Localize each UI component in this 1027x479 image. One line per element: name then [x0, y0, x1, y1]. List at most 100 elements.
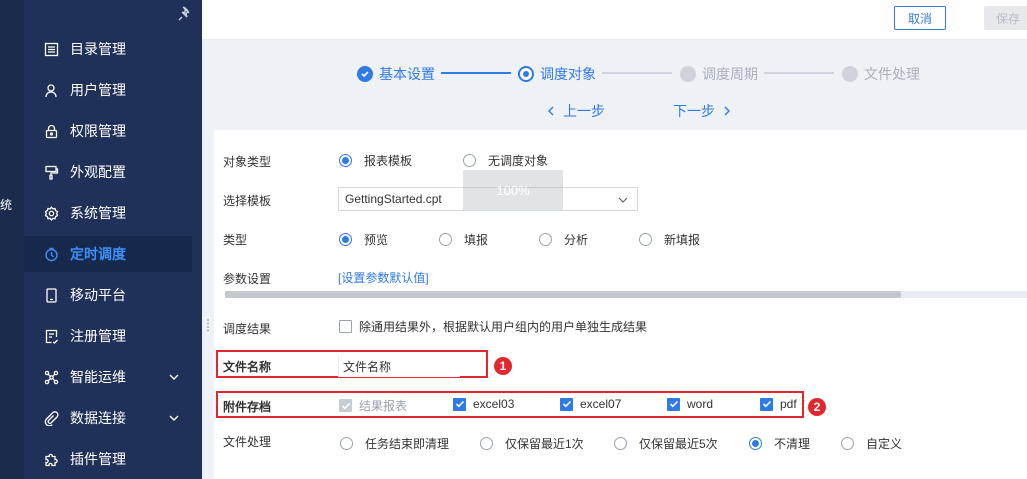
link-icon	[43, 410, 60, 427]
sidebar-item-label: 外观配置	[70, 164, 126, 180]
keep-last-5-radio[interactable]: 仅保留最近5次	[614, 435, 718, 452]
object-type-none-radio[interactable]: 无调度对象	[463, 152, 548, 169]
check-icon	[357, 66, 373, 82]
sidebar-item-system[interactable]: 系统管理	[24, 195, 192, 231]
sidebar-item-label: 目录管理	[70, 41, 126, 57]
type-new-fill-radio[interactable]: 新填报	[639, 231, 700, 248]
params-label: 参数设置	[223, 272, 272, 286]
sidebar-item-directory[interactable]: 目录管理	[24, 31, 192, 67]
sidebar-item-appearance[interactable]: 外观配置	[24, 154, 192, 190]
horizontal-scrollbar[interactable]	[225, 291, 1027, 298]
file-name-label: 文件名称	[223, 360, 272, 374]
radio-label: 新填报	[664, 233, 701, 247]
checkbox-indicator	[453, 397, 466, 411]
checkbox-label: 除通用结果外，根据默认用户组内的用户单独生成结果	[359, 320, 648, 334]
keep-last-1-radio[interactable]: 仅保留最近1次	[480, 435, 584, 452]
collapsed-nav: 统	[0, 0, 24, 479]
step-connector	[764, 72, 834, 74]
attachment-label: 附件存档	[223, 400, 272, 414]
annotation-badge-2: 2	[808, 398, 826, 416]
network-icon	[43, 369, 60, 386]
attach-word-checkbox[interactable]: word	[667, 397, 713, 411]
per-user-result-checkbox[interactable]: 除通用结果外，根据默认用户组内的用户单独生成结果	[339, 318, 647, 335]
sidebar-item-ops[interactable]: 智能运维	[24, 359, 192, 395]
chevron-down-icon	[618, 197, 628, 203]
radio-label: 填报	[464, 233, 489, 247]
pending-step-icon	[842, 66, 858, 82]
radio-indicator	[463, 154, 476, 167]
type-fill-radio[interactable]: 填报	[439, 231, 488, 248]
save-button[interactable]: 保存	[984, 6, 1027, 30]
next-step-button[interactable]: 下一步	[673, 101, 733, 121]
drag-handle-icon[interactable]	[206, 318, 210, 332]
sidebar-item-data-connection[interactable]: 数据连接	[24, 400, 192, 436]
type-analysis-radio[interactable]: 分析	[539, 231, 588, 248]
attach-pdf-checkbox[interactable]: pdf	[760, 397, 797, 411]
sidebar-item-register[interactable]: 注册管理	[24, 318, 192, 354]
no-cleanup-radio[interactable]: 不清理	[749, 435, 810, 452]
step-schedule-period[interactable]: 调度周期	[680, 64, 758, 84]
step-connector	[441, 72, 511, 74]
checkbox-indicator	[760, 397, 773, 411]
checkbox-label: 结果报表	[359, 399, 408, 413]
sidebar-item-plugins[interactable]: 插件管理	[24, 441, 192, 477]
cleanup-on-finish-radio[interactable]: 任务结束即清理	[340, 435, 449, 452]
radio-label: 任务结束即清理	[365, 437, 450, 451]
attach-excel07-checkbox[interactable]: excel07	[560, 397, 621, 411]
set-param-defaults-link[interactable]: [设置参数默认值]	[338, 269, 429, 286]
attach-excel03-checkbox[interactable]: excel03	[453, 397, 514, 411]
pin-icon[interactable]	[176, 5, 194, 23]
step-basic-settings[interactable]: 基本设置	[357, 64, 435, 84]
chevron-down-icon[interactable]	[168, 371, 180, 383]
top-toolbar: 取消 保存	[202, 0, 1027, 40]
sidebar-item-label: 定时调度	[70, 246, 126, 262]
step-schedule-object[interactable]: 调度对象	[518, 64, 596, 84]
sidebar-item-schedule[interactable]: 定时调度	[24, 236, 192, 272]
file-name-input[interactable]: 文件名称	[338, 355, 460, 377]
lock-icon	[43, 123, 60, 140]
radio-label: 仅保留最近1次	[505, 437, 584, 451]
sidebar-item-label: 注册管理	[70, 328, 126, 344]
sidebar-item-label: 系统管理	[70, 205, 126, 221]
checkbox-indicator	[560, 397, 573, 411]
gear-icon	[43, 205, 60, 222]
radio-label: 分析	[564, 233, 589, 247]
clock-icon	[43, 246, 60, 263]
radio-indicator	[339, 154, 352, 167]
radio-label: 仅保留最近5次	[639, 437, 718, 451]
sidebar-item-permissions[interactable]: 权限管理	[24, 113, 192, 149]
custom-cleanup-radio[interactable]: 自定义	[841, 435, 902, 452]
step-connector	[602, 72, 672, 74]
type-preview-radio[interactable]: 预览	[339, 231, 388, 248]
sidebar-item-label: 智能运维	[70, 369, 126, 385]
sidebar-item-label: 用户管理	[70, 82, 126, 98]
checkbox-label: pdf	[780, 397, 797, 411]
radio-label: 预览	[364, 233, 389, 247]
annotation-badge-1: 1	[494, 357, 512, 375]
cancel-button[interactable]: 取消	[894, 6, 946, 30]
prev-step-label: 上一步	[563, 103, 605, 119]
radio-indicator	[841, 437, 854, 450]
radio-label: 不清理	[774, 437, 811, 451]
radio-indicator	[539, 233, 552, 246]
result-label: 调度结果	[223, 322, 272, 336]
chevron-down-icon[interactable]	[168, 412, 180, 424]
sidebar-item-label: 插件管理	[70, 451, 126, 467]
checkbox-indicator	[667, 397, 680, 411]
radio-indicator	[480, 437, 493, 450]
checkbox-label: word	[687, 397, 714, 411]
attach-result-report-checkbox[interactable]: 结果报表	[339, 397, 407, 414]
sidebar-item-label: 数据连接	[70, 410, 126, 426]
prev-step-button[interactable]: 上一步	[545, 101, 605, 121]
object-type-template-radio[interactable]: 报表模板	[339, 152, 412, 169]
checkbox-label: excel07	[580, 397, 622, 411]
step-label: 调度对象	[540, 66, 596, 82]
scrollbar-thumb[interactable]	[225, 291, 901, 298]
step-file-handling[interactable]: 文件处理	[842, 64, 920, 84]
radio-indicator	[340, 437, 353, 450]
next-step-label: 下一步	[673, 103, 715, 119]
current-step-icon	[518, 66, 534, 82]
sidebar-item-mobile[interactable]: 移动平台	[24, 277, 192, 313]
form-panel	[214, 130, 1027, 479]
sidebar-item-users[interactable]: 用户管理	[24, 72, 192, 108]
